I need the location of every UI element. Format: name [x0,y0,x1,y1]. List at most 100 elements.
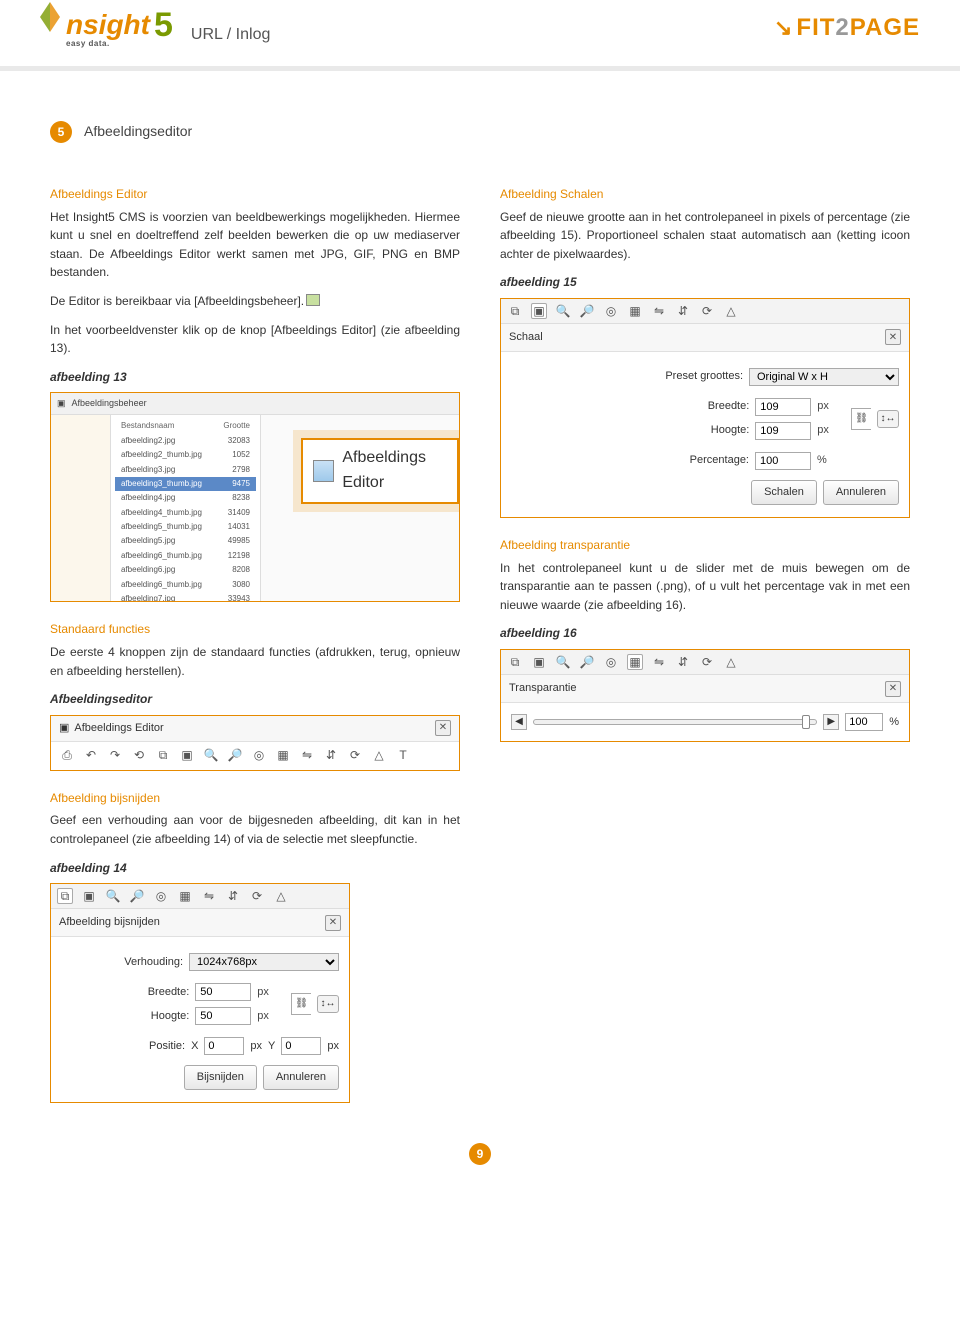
perc-label: Percentage: [639,452,749,469]
list-item[interactable]: afbeelding6_thumb.jpg12198 [115,549,256,563]
flip-v-icon[interactable]: ⇵ [323,748,339,764]
width-input[interactable] [195,983,251,1001]
print-icon[interactable]: ⎙ [59,748,75,764]
close-icon[interactable]: ✕ [885,681,901,697]
rotate-icon[interactable]: ⟳ [699,303,715,319]
flip-v-icon[interactable]: ⇵ [675,303,691,319]
zoom-fit-icon[interactable]: ◎ [603,303,619,319]
right-column: Afbeelding Schalen Geef de nieuwe groott… [500,179,910,1117]
cell-name: afbeelding7.jpg [121,593,175,602]
flip-h-icon[interactable]: ⇋ [651,303,667,319]
pos-x-label: X [191,1038,198,1055]
flip-v-icon[interactable]: ⇵ [675,654,691,670]
close-icon[interactable]: ✕ [885,329,901,345]
text-icon[interactable]: T [395,748,411,764]
warning-icon[interactable]: △ [723,654,739,670]
list-item[interactable]: afbeelding6.jpg8208 [115,563,256,577]
swap-icon[interactable]: ↕↔ [877,410,899,428]
transparency-icon[interactable]: ▦ [627,303,643,319]
warning-icon[interactable]: △ [371,748,387,764]
list-item[interactable]: afbeelding3.jpg2798 [115,463,256,477]
resize-icon[interactable]: ▣ [179,748,195,764]
list-item[interactable]: afbeelding6_thumb.jpg3080 [115,578,256,592]
logo-five: 5 [154,6,173,44]
link-icon[interactable]: ⛓ [291,993,311,1015]
zoom-fit-icon[interactable]: ◎ [603,654,619,670]
fig15-body: Preset groottes: Original W x H Breedte:… [501,352,909,517]
list-item[interactable]: afbeelding4.jpg8238 [115,491,256,505]
zoom-in-icon[interactable]: 🔍 [203,748,219,764]
transparency-icon[interactable]: ▦ [627,654,643,670]
row-height: Hoogte: px [511,422,845,440]
para-scale: Geef de nieuwe grootte aan in het contro… [500,208,910,264]
rotate-icon[interactable]: ⟳ [699,654,715,670]
undo-icon[interactable]: ↶ [83,748,99,764]
transparency-icon[interactable]: ▦ [177,888,193,904]
warning-icon[interactable]: △ [273,888,289,904]
cancel-button[interactable]: Annuleren [263,1065,339,1090]
pos-y-input[interactable] [281,1037,321,1055]
list-item[interactable]: afbeelding7.jpg33943 [115,592,256,602]
fig14-panel: ⧉ ▣ 🔍 🔎 ◎ ▦ ⇋ ⇵ ⟳ △ Afbeelding bijsnijde… [50,883,350,1103]
revert-icon[interactable]: ⟲ [131,748,147,764]
crop-button[interactable]: Bijsnijden [184,1065,257,1090]
col-name: Bestandsnaam [121,420,174,432]
zoom-out-icon[interactable]: 🔎 [227,748,243,764]
scale-button[interactable]: Schalen [751,480,817,505]
zoom-out-icon[interactable]: 🔎 [579,654,595,670]
ratio-label: Verhouding: [73,954,183,971]
swap-icon[interactable]: ↕↔ [317,995,339,1013]
list-item[interactable]: afbeelding2.jpg32083 [115,434,256,448]
slider-handle[interactable] [802,715,810,729]
zoom-out-icon[interactable]: 🔎 [129,888,145,904]
flip-h-icon[interactable]: ⇋ [651,654,667,670]
crop-icon[interactable]: ⧉ [155,748,171,764]
list-item[interactable]: afbeelding2_thumb.jpg1052 [115,448,256,462]
rotate-icon[interactable]: ⟳ [347,748,363,764]
rotate-icon[interactable]: ⟳ [249,888,265,904]
perc-input[interactable] [755,452,811,470]
logo2-fit: FIT [796,14,835,41]
crop-icon[interactable]: ⧉ [507,303,523,319]
close-icon[interactable]: ✕ [435,720,451,736]
preset-select[interactable]: Original W x H [749,368,899,386]
transparency-slider[interactable] [533,719,817,725]
crop-icon[interactable]: ⧉ [507,654,523,670]
list-header: Bestandsnaam Grootte [115,419,256,433]
zoom-in-icon[interactable]: 🔍 [555,654,571,670]
list-item[interactable]: afbeelding4_thumb.jpg31409 [115,506,256,520]
zoom-in-icon[interactable]: 🔍 [105,888,121,904]
list-item[interactable]: afbeelding5_thumb.jpg14031 [115,520,256,534]
height-input[interactable] [195,1007,251,1025]
close-icon[interactable]: ✕ [325,915,341,931]
zoom-fit-icon[interactable]: ◎ [251,748,267,764]
warning-icon[interactable]: △ [723,303,739,319]
unit-px: px [817,398,845,415]
slider-left-icon[interactable]: ◀ [511,714,527,730]
ratio-select[interactable]: 1024x768px [189,953,339,971]
width-input[interactable] [755,398,811,416]
cell-size: 8208 [232,564,250,576]
flip-h-icon[interactable]: ⇋ [201,888,217,904]
resize-icon[interactable]: ▣ [531,303,547,319]
flip-h-icon[interactable]: ⇋ [299,748,315,764]
resize-icon[interactable]: ▣ [81,888,97,904]
zoom-out-icon[interactable]: 🔎 [579,303,595,319]
redo-icon[interactable]: ↷ [107,748,123,764]
list-item[interactable]: afbeelding5.jpg49985 [115,534,256,548]
flip-v-icon[interactable]: ⇵ [225,888,241,904]
transparency-icon[interactable]: ▦ [275,748,291,764]
zoom-in-icon[interactable]: 🔍 [555,303,571,319]
height-input[interactable] [755,422,811,440]
list-item-selected[interactable]: afbeelding3_thumb.jpg9475 [115,477,256,491]
pos-x-input[interactable] [204,1037,244,1055]
slider-right-icon[interactable]: ▶ [823,714,839,730]
link-icon[interactable]: ⛓ [851,408,871,430]
resize-icon[interactable]: ▣ [531,654,547,670]
cancel-button[interactable]: Annuleren [823,480,899,505]
crop-icon[interactable]: ⧉ [57,888,73,904]
fig13-filelist: Bestandsnaam Grootte afbeelding2.jpg3208… [111,415,261,601]
trans-value-input[interactable] [845,713,883,731]
zoom-fit-icon[interactable]: ◎ [153,888,169,904]
fig13-callout[interactable]: Afbeeldings Editor [301,438,459,504]
